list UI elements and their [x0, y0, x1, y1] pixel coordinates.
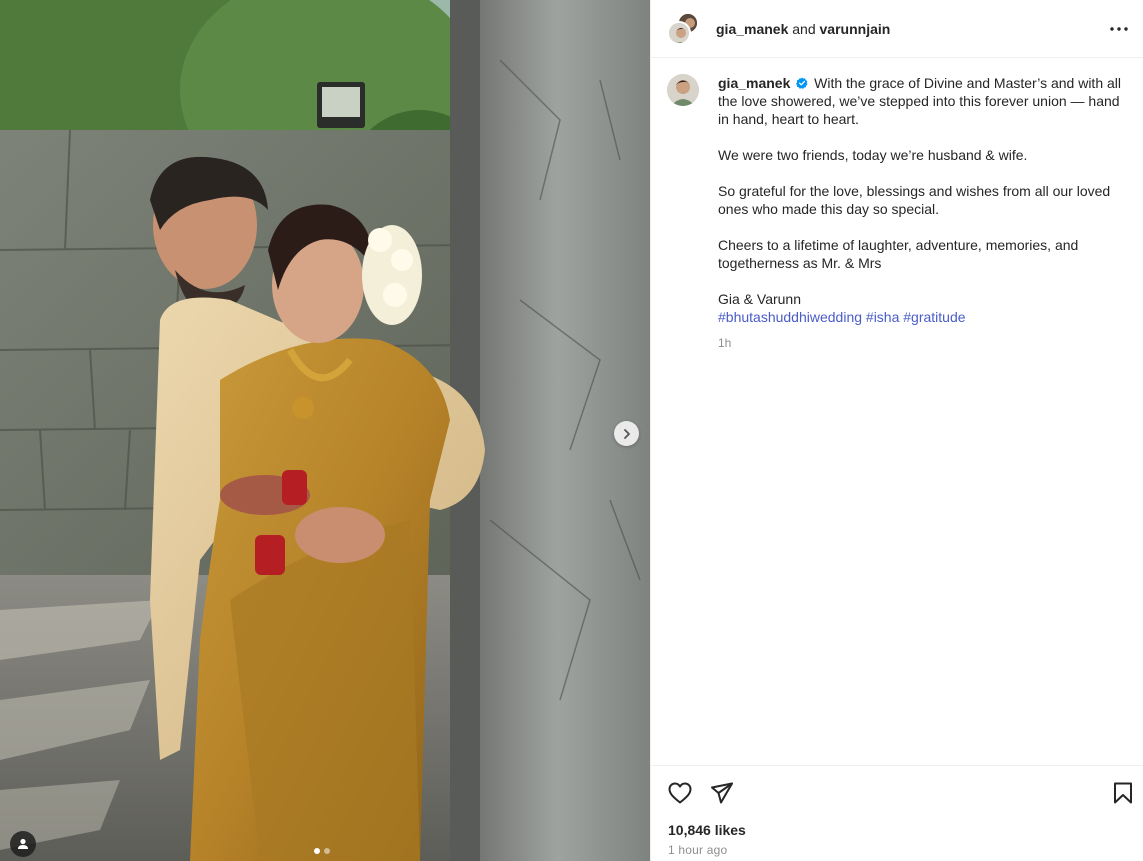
verified-badge-icon	[796, 77, 808, 89]
tagged-users-button[interactable]	[10, 831, 36, 857]
caption-section: gia_manek With the grace of Divine and M…	[651, 58, 1143, 764]
carousel-indicator	[314, 848, 330, 854]
avatar[interactable]	[667, 74, 699, 106]
post-authors: gia_manek and varunnjain	[716, 21, 890, 37]
like-button[interactable]	[667, 780, 693, 806]
user-tag-icon	[18, 838, 28, 849]
heart-icon	[668, 782, 692, 804]
chevron-right-icon	[623, 428, 630, 439]
hashtag-link[interactable]: #bhutashuddhiwedding	[718, 309, 862, 325]
post-header: gia_manek and varunnjain	[651, 0, 1143, 58]
save-button[interactable]	[1110, 780, 1136, 806]
wedding-couple-photo	[0, 0, 650, 861]
collab-avatars[interactable]	[667, 11, 699, 46]
post-timestamp[interactable]: 1 hour ago	[668, 843, 727, 857]
post-photo[interactable]	[0, 0, 650, 861]
carousel-dot-active	[314, 848, 320, 854]
caption-paragraph: We were two friends, today we’re husband…	[718, 147, 1028, 163]
caption-signature: Gia & Varunn	[718, 291, 802, 307]
caption-text: gia_manek With the grace of Divine and M…	[718, 74, 1128, 352]
action-bar: 10,846 likes 1 hour ago	[651, 765, 1143, 861]
caption-timestamp[interactable]: 1h	[718, 334, 1128, 352]
post-details-panel: gia_manek and varunnjain gia_manek With …	[650, 0, 1143, 861]
caption-paragraph: So grateful for the love, blessings and …	[718, 183, 1111, 217]
avatar[interactable]	[667, 20, 691, 45]
next-slide-button[interactable]	[614, 421, 639, 446]
hashtag-link[interactable]: #isha	[866, 309, 899, 325]
more-options-button[interactable]	[1107, 17, 1131, 41]
hashtag-list: #bhutashuddhiwedding #isha #gratitude	[718, 308, 1128, 326]
more-options-icon	[1110, 27, 1128, 31]
paper-plane-icon	[711, 782, 733, 804]
coauthor-username[interactable]: varunnjain	[820, 21, 891, 37]
author-username[interactable]: gia_manek	[716, 21, 788, 37]
bookmark-icon	[1114, 782, 1132, 804]
like-count[interactable]: 10,846 likes	[668, 822, 746, 838]
author-conjunction: and	[788, 20, 820, 37]
caption-username[interactable]: gia_manek	[718, 75, 790, 91]
carousel-dot	[324, 848, 330, 854]
share-button[interactable]	[709, 780, 735, 806]
hashtag-link[interactable]: #gratitude	[903, 309, 965, 325]
caption-paragraph: Cheers to a lifetime of laughter, advent…	[718, 237, 1079, 271]
